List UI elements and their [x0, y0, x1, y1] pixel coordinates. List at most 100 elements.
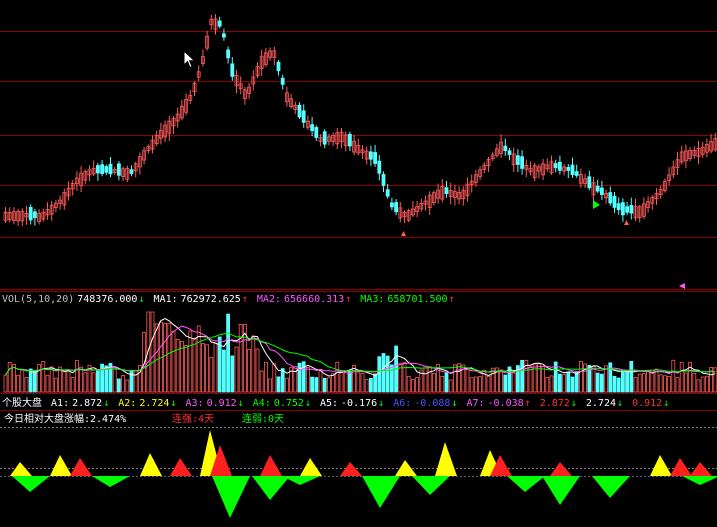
- volume-bar: [381, 353, 386, 393]
- volume-bar: [389, 364, 394, 393]
- candle-body: [96, 165, 100, 174]
- a1-arrow: ↓: [103, 398, 110, 409]
- candle-body: [625, 206, 629, 213]
- indicator-trough: [507, 476, 545, 492]
- candle-body: [230, 63, 235, 77]
- volume-bar: [545, 376, 550, 393]
- candle-body: [347, 133, 352, 147]
- candle-body: [621, 202, 625, 216]
- ma2-arrow: ↑: [345, 294, 352, 305]
- volume-bar: [642, 373, 646, 393]
- volume-bar: [154, 323, 159, 393]
- indicator-trough: [212, 476, 250, 518]
- candlestick-series: [3, 14, 717, 227]
- indicator-name: 个股大盘: [2, 398, 42, 409]
- volume-bar: [272, 363, 277, 393]
- indicator-trough: [412, 476, 450, 495]
- scroll-marker-icon: [679, 283, 685, 289]
- candle-body: [217, 20, 222, 27]
- volume-bar: [410, 379, 415, 393]
- volume-bar: [16, 374, 21, 393]
- indicator-peak: [140, 453, 162, 476]
- volume-bar: [654, 368, 659, 393]
- volume-bar: [591, 366, 596, 393]
- candle-body: [385, 189, 390, 197]
- a7-value: -0.038: [487, 398, 524, 409]
- candle-body: [570, 164, 575, 175]
- a1-value: 2.872: [72, 398, 103, 409]
- volume-bar: [221, 349, 226, 393]
- candle-body: [520, 156, 524, 169]
- volume-bar: [112, 368, 117, 393]
- volume-bar: [608, 362, 613, 393]
- volume-bar: [171, 330, 176, 393]
- volume-bar: [83, 372, 88, 393]
- a3-value: 0.912: [206, 398, 237, 409]
- volume-bar: [196, 325, 201, 393]
- candle-body: [276, 61, 281, 72]
- volume-bar: [339, 370, 344, 393]
- volume-bar: [566, 372, 571, 393]
- ma1-label: MA1:: [153, 294, 178, 305]
- volume-bar: [637, 373, 642, 393]
- volume-bar: [251, 335, 256, 393]
- volume-bar: [24, 377, 29, 393]
- volume-bar: [675, 377, 680, 393]
- candle-body: [297, 104, 302, 118]
- indicator-peak: [70, 458, 92, 476]
- volume-bar: [700, 376, 705, 393]
- volume-bar: [486, 376, 491, 393]
- indicator-trough: [682, 476, 717, 485]
- volume-bar: [705, 375, 709, 393]
- volume-bar: [448, 379, 453, 393]
- candle-body: [280, 77, 285, 85]
- candle-body: [33, 211, 37, 219]
- volume-bar: [499, 369, 504, 393]
- candle-body: [314, 127, 319, 138]
- indicator-oscillator: [10, 430, 717, 518]
- indicator-peak: [260, 455, 282, 476]
- volume-bar: [33, 370, 37, 393]
- candle-body: [100, 164, 104, 174]
- extra3-arrow: ↓: [663, 398, 670, 409]
- candle-body: [389, 202, 394, 208]
- candle-body: [368, 151, 373, 160]
- a2-label: A2:: [118, 398, 137, 409]
- volume-bar: [96, 370, 100, 393]
- volume-bar: [579, 361, 583, 393]
- volume-bar: [360, 373, 365, 393]
- indicator-trough: [12, 476, 50, 492]
- indicator-peak: [435, 442, 457, 476]
- volume-bar: [444, 371, 449, 393]
- a5-label: A5:: [319, 398, 339, 409]
- volume-bar: [326, 377, 331, 393]
- a4-value: 0.752: [273, 398, 304, 409]
- volume-bar: [3, 374, 8, 393]
- volume-bar: [679, 361, 684, 393]
- ma2-label: MA2:: [256, 294, 281, 305]
- indicator-trough: [362, 476, 400, 508]
- volume-bar: [537, 363, 541, 393]
- volume-bar: [612, 375, 617, 393]
- ma3-value: 658701.500: [387, 294, 448, 305]
- indicator-header: 个股大盘 A1: 2.872↓ A2: 2.724↓ A3: 0.912↓ A4: 0.…: [2, 398, 672, 410]
- a3-arrow: ↓: [237, 398, 244, 409]
- candle-body: [516, 155, 520, 165]
- volume-bar: [520, 360, 524, 393]
- stock-chart-canvas[interactable]: [0, 0, 717, 527]
- mouse-pointer-icon: [183, 50, 196, 69]
- volume-bar: [318, 368, 323, 393]
- relative-strength-label: 今日相对大盘涨幅:2.474%: [4, 414, 127, 425]
- a4-label: A4:: [252, 398, 271, 409]
- buy-signal-icon: [593, 200, 600, 209]
- extra3-value: 0.912: [632, 398, 663, 409]
- volume-bar: [335, 361, 340, 393]
- indicator-trough: [282, 476, 320, 485]
- volume-bar: [184, 345, 189, 393]
- indicator-trough: [592, 476, 630, 498]
- volume-bar: [478, 376, 483, 393]
- volume-bar: [75, 360, 79, 393]
- volume-bar: [226, 313, 231, 393]
- volume-bar: [79, 366, 83, 393]
- volume-bar: [532, 363, 537, 393]
